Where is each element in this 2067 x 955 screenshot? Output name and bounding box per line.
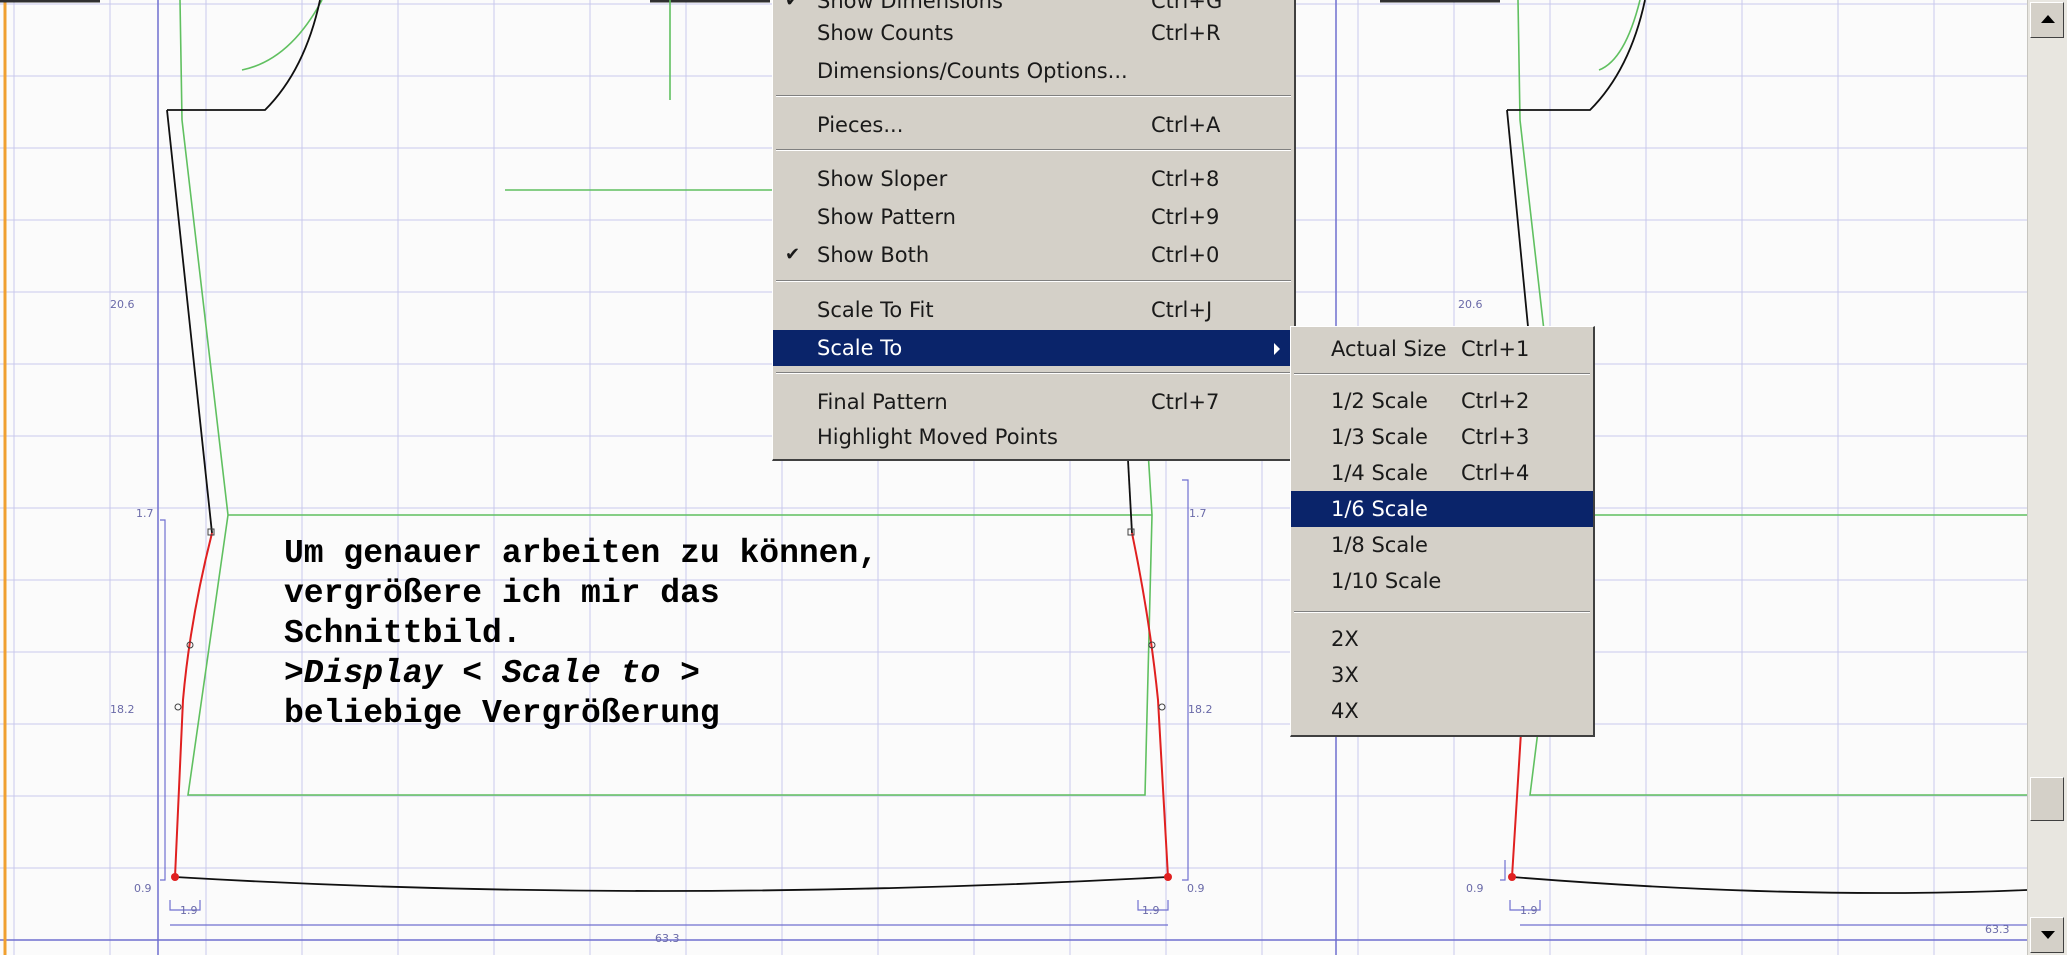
submenu-item-half-scale[interactable]: 1/2 Scale Ctrl+2	[1291, 383, 1593, 419]
caption-line-1: Um genauer arbeiten zu können,	[284, 535, 879, 572]
dim-panel2-width: 1.9	[1520, 904, 1538, 917]
submenu-item-quarter-scale[interactable]: 1/4 Scale Ctrl+4	[1291, 455, 1593, 491]
menu-item-dimensions-counts-options[interactable]: Dimensions/Counts Options...	[773, 53, 1294, 89]
menu-item-scale-to-fit[interactable]: Scale To Fit Ctrl+J	[773, 292, 1294, 328]
caption-line-4: >Display < Scale to >	[284, 655, 700, 692]
submenu-item-third-scale[interactable]: 1/3 Scale Ctrl+3	[1291, 419, 1593, 455]
dim-left-bottom: 0.9	[134, 882, 152, 895]
dim-panel2-corner: 63.3	[1985, 923, 2010, 936]
submenu-item-4x[interactable]: 4X	[1291, 693, 1593, 729]
dim-left-upper: 20.6	[110, 298, 135, 311]
dim-center-bottom: 63.3	[655, 932, 680, 945]
menu-item-pieces[interactable]: Pieces... Ctrl+A	[773, 107, 1294, 143]
menu-item-highlight-moved-points[interactable]: Highlight Moved Points	[773, 419, 1294, 455]
dim-panel2-upper: 20.6	[1458, 298, 1483, 311]
menu-separator	[776, 280, 1291, 282]
submenu-item-eighth-scale[interactable]: 1/8 Scale	[1291, 527, 1593, 563]
triangle-down-icon	[2041, 931, 2055, 939]
menu-separator	[776, 149, 1291, 151]
menu-separator	[1294, 611, 1590, 613]
menu-separator	[776, 372, 1291, 374]
dim-left-lower: 18.2	[110, 703, 135, 716]
submenu-item-actual-size[interactable]: Actual Size Ctrl+1	[1291, 331, 1593, 367]
submenu-item-tenth-scale[interactable]: 1/10 Scale	[1291, 563, 1593, 599]
menu-item-final-pattern[interactable]: Final Pattern Ctrl+7	[773, 384, 1294, 420]
menu-item-show-sloper[interactable]: Show Sloper Ctrl+8	[773, 161, 1294, 197]
dim-right-lower: 18.2	[1188, 703, 1213, 716]
menu-item-scale-to[interactable]: Scale To	[773, 330, 1294, 366]
menu-item-show-counts[interactable]: Show Counts Ctrl+R	[773, 15, 1294, 51]
display-menu: ✔ Show Dimensions Ctrl+G Show Counts Ctrl+R…	[772, 0, 1296, 461]
dim-panel2-bottom: 0.9	[1466, 882, 1484, 895]
menu-separator	[1294, 373, 1590, 375]
menu-item-show-both[interactable]: ✔ Show Both Ctrl+0	[773, 237, 1294, 273]
dim-left-width: 1.9	[180, 904, 198, 917]
submenu-arrow-icon	[1274, 343, 1280, 355]
dim-left-mid: 1.7	[136, 507, 154, 520]
checkmark-icon: ✔	[785, 244, 801, 265]
instruction-caption: Um genauer arbeiten zu können, vergrößere…	[284, 534, 878, 734]
scroll-down-button[interactable]	[2030, 917, 2064, 953]
submenu-item-sixth-scale[interactable]: 1/6 Scale	[1291, 491, 1593, 527]
scroll-up-button[interactable]	[2030, 2, 2064, 38]
vertical-scrollbar[interactable]	[2027, 0, 2067, 955]
caption-line-3: Schnittbild.	[284, 615, 522, 652]
menu-separator	[776, 95, 1291, 97]
submenu-item-3x[interactable]: 3X	[1291, 657, 1593, 693]
dim-right-mid: 1.7	[1189, 507, 1207, 520]
scrollbar-thumb[interactable]	[2030, 777, 2064, 821]
caption-line-2: vergrößere ich mir das	[284, 575, 720, 612]
caption-line-5: beliebige Vergrößerung	[284, 695, 720, 732]
menu-item-show-pattern[interactable]: Show Pattern Ctrl+9	[773, 199, 1294, 235]
dim-right-width: 1.9	[1142, 904, 1160, 917]
scale-to-submenu: Actual Size Ctrl+1 1/2 Scale Ctrl+2 1/3 Sc…	[1290, 326, 1595, 737]
dim-right-bottom: 0.9	[1187, 882, 1205, 895]
submenu-item-2x[interactable]: 2X	[1291, 621, 1593, 657]
triangle-up-icon	[2041, 15, 2055, 23]
